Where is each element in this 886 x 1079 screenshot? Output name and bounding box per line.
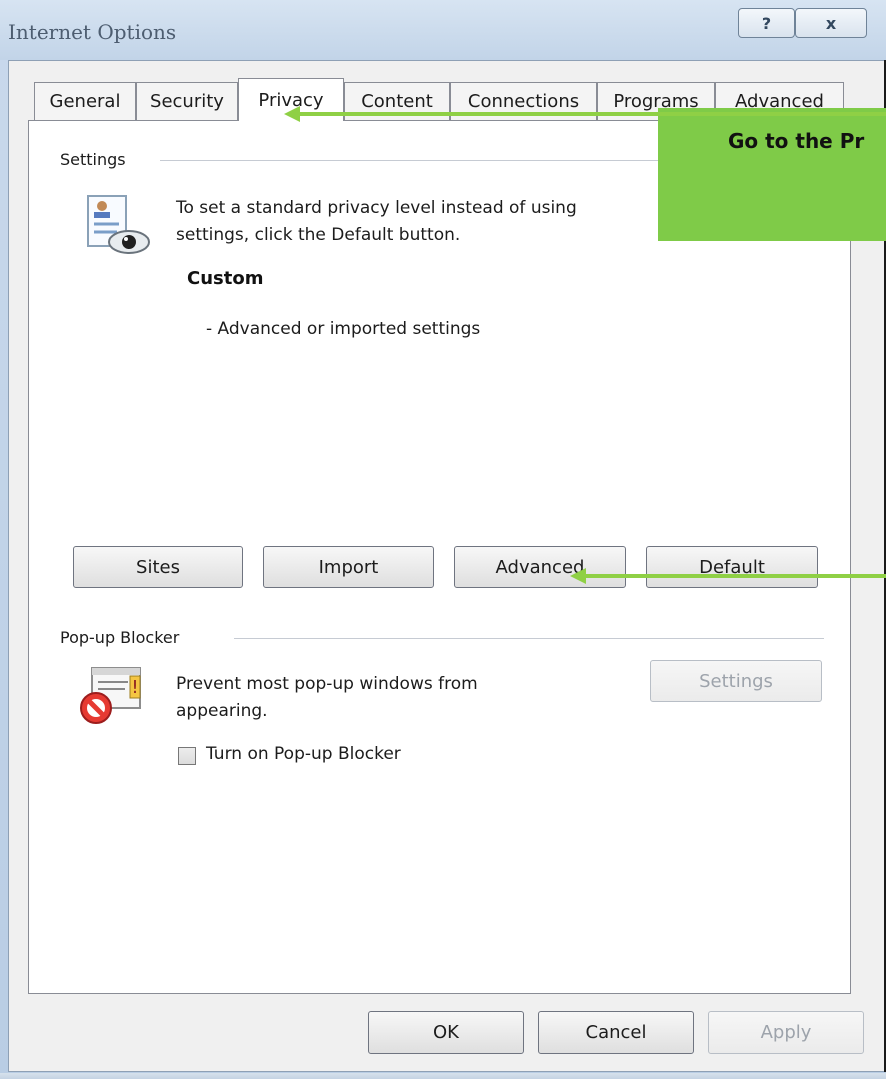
help-button[interactable]: ? bbox=[738, 8, 795, 38]
popup-blocker-checkbox-label: Turn on Pop-up Blocker bbox=[206, 744, 401, 764]
advanced-button-arrowhead bbox=[570, 568, 586, 584]
tab-security[interactable]: Security bbox=[136, 82, 238, 120]
privacy-level-description: - Advanced or imported settings bbox=[206, 319, 481, 339]
window-title: Internet Options bbox=[8, 20, 177, 44]
instruction-callout: Go to the Pr bbox=[658, 108, 886, 241]
advanced-button[interactable]: Advanced bbox=[454, 546, 626, 588]
privacy-tab-arrowhead bbox=[284, 106, 300, 122]
privacy-tab-arrow bbox=[298, 112, 886, 116]
window-bottom-edge bbox=[0, 1073, 886, 1079]
popup-blocker-group-label: Pop-up Blocker bbox=[60, 628, 188, 647]
popup-blocker-divider bbox=[234, 638, 824, 639]
sites-button[interactable]: Sites bbox=[73, 546, 243, 588]
popup-description-line-2: appearing. bbox=[176, 701, 268, 721]
title-bar: Internet Options ? x bbox=[0, 0, 886, 60]
default-button[interactable]: Default bbox=[646, 546, 818, 588]
close-button[interactable]: x bbox=[795, 8, 867, 38]
import-button[interactable]: Import bbox=[263, 546, 434, 588]
popup-settings-button[interactable]: Settings bbox=[650, 660, 822, 702]
popup-description-line-1: Prevent most pop-up windows from bbox=[176, 674, 478, 694]
apply-button[interactable]: Apply bbox=[708, 1011, 864, 1054]
cancel-button[interactable]: Cancel bbox=[538, 1011, 694, 1054]
tab-general[interactable]: General bbox=[34, 82, 136, 120]
ok-button[interactable]: OK bbox=[368, 1011, 524, 1054]
settings-description-line-1: To set a standard privacy level instead … bbox=[176, 198, 577, 218]
instruction-text: Go to the Pr bbox=[728, 129, 865, 153]
popup-blocker-checkbox[interactable] bbox=[178, 747, 196, 765]
svg-text:!: ! bbox=[131, 677, 138, 698]
privacy-settings-icon bbox=[84, 194, 154, 264]
popup-blocker-icon: ! bbox=[78, 666, 148, 728]
settings-description-line-2: settings, click the Default button. bbox=[176, 225, 461, 245]
advanced-button-arrow bbox=[584, 574, 886, 578]
close-icon: x bbox=[825, 13, 837, 33]
settings-group-label: Settings bbox=[60, 150, 134, 169]
privacy-level-title: Custom bbox=[187, 268, 264, 289]
internet-options-window: Internet Options ? x General Security Pr… bbox=[0, 0, 886, 1079]
help-icon: ? bbox=[761, 13, 772, 33]
